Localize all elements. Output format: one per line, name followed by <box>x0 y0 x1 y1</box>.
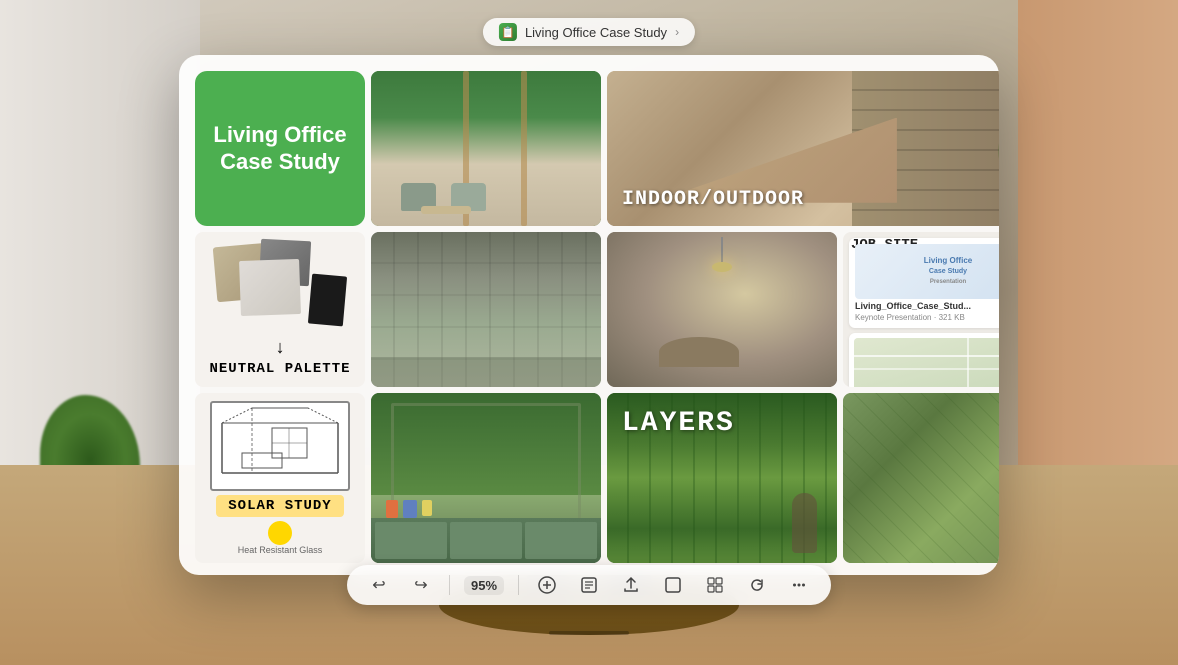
sample-black <box>308 274 347 327</box>
view2-icon <box>706 576 724 594</box>
add-icon <box>538 576 556 594</box>
sync-icon <box>748 576 766 594</box>
item <box>403 500 417 518</box>
keynote-meta: Keynote Presentation · 321 KB <box>855 313 999 322</box>
board-title: Living Office Case Study <box>213 122 346 175</box>
more-button[interactable] <box>785 571 813 599</box>
landscape-note-cell[interactable]: Landscape Architects' Work Samples: See … <box>843 393 999 563</box>
bottom-toolbar: ↩ ↪ 95% <box>347 565 831 605</box>
road-h <box>854 355 999 357</box>
cabinet-door <box>375 522 447 559</box>
job-site-cell[interactable]: JOB SITE Living Office Case Study Presen… <box>843 232 999 387</box>
format-button[interactable] <box>575 571 603 599</box>
arrow-icon: ↓ <box>275 339 286 359</box>
cabinet-door <box>450 522 522 559</box>
interior-lobby-photo[interactable] <box>607 232 837 387</box>
share-icon <box>622 576 640 594</box>
keynote-filename: Living_Office_Case_Stud... <box>855 301 999 311</box>
title-cell[interactable]: Living Office Case Study <box>195 71 365 226</box>
keynote-preview: Living Office Case Study Presentation <box>855 244 999 299</box>
map-preview <box>854 338 999 387</box>
chevron-icon: › <box>675 25 679 39</box>
more-icon <box>790 576 808 594</box>
keynote-card[interactable]: Living Office Case Study Presentation Li… <box>849 238 999 328</box>
road-h2 <box>854 368 999 370</box>
undo-button[interactable]: ↩ <box>365 571 393 599</box>
green-cabinets <box>371 518 601 563</box>
road-v <box>967 338 969 387</box>
add-button[interactable] <box>533 571 561 599</box>
layers-photo[interactable]: LAYERS <box>607 393 837 563</box>
person-silhouette <box>792 493 817 553</box>
board-grid: Living Office Case Study <box>195 71 983 551</box>
pendant-wire <box>721 237 723 262</box>
indoor-outdoor-photo[interactable]: INDOOR/OUTDOOR <box>607 71 999 226</box>
yellow-dot-icon <box>268 521 292 545</box>
redo-button[interactable]: ↪ <box>407 571 435 599</box>
main-board: Living Office Case Study <box>179 55 999 575</box>
toolbar-divider <box>449 575 450 595</box>
item <box>386 500 398 518</box>
green-wall-office-photo[interactable] <box>371 71 601 226</box>
map-card[interactable]: De Boom St... Maps · San Fra... <box>849 333 999 387</box>
solar-study-cell[interactable]: SOLAR STUDY Heat Resistant Glass <box>195 393 365 563</box>
green-interior-photo[interactable] <box>371 393 601 563</box>
frame-bar <box>521 71 527 226</box>
zoom-level[interactable]: 95% <box>464 576 504 595</box>
cabinet-door <box>525 522 597 559</box>
neutral-palette-label: NEUTRAL PALETTE <box>209 361 350 377</box>
item <box>422 500 432 516</box>
sketch-drawing <box>210 401 350 491</box>
counter-items <box>386 500 432 518</box>
breadcrumb-bar[interactable]: 📋 Living Office Case Study › <box>483 18 695 46</box>
scroll-indicator <box>549 631 629 635</box>
leaf-texture <box>843 393 999 563</box>
view1-button[interactable] <box>659 571 687 599</box>
curved-seating <box>659 337 739 367</box>
table-surface <box>421 206 471 214</box>
breadcrumb-label: Living Office Case Study <box>525 25 667 40</box>
toolbar-divider <box>518 575 519 595</box>
keynote-inner: Living Office Case Study Presentation <box>924 256 972 286</box>
share-button[interactable] <box>617 571 645 599</box>
map-bg <box>854 338 999 387</box>
sync-button[interactable] <box>743 571 771 599</box>
sample-white <box>239 259 301 316</box>
view1-icon <box>664 576 682 594</box>
material-samples <box>210 240 350 335</box>
view2-button[interactable] <box>701 571 729 599</box>
floor-reflection <box>371 357 601 387</box>
heat-resistant-label: Heat Resistant Glass <box>238 545 323 555</box>
neutral-palette-cell[interactable]: ↓ NEUTRAL PALETTE <box>195 232 365 387</box>
solar-study-label: SOLAR STUDY <box>228 498 331 514</box>
pendant-light <box>712 262 732 272</box>
format-icon <box>580 576 598 594</box>
sketch-svg <box>212 403 348 489</box>
glass-building-photo[interactable] <box>371 232 601 387</box>
layers-label: LAYERS <box>622 408 735 439</box>
solar-label-bg: SOLAR STUDY <box>216 495 343 517</box>
indoor-outdoor-label: INDOOR/OUTDOOR <box>622 188 804 211</box>
app-icon: 📋 <box>499 23 517 41</box>
